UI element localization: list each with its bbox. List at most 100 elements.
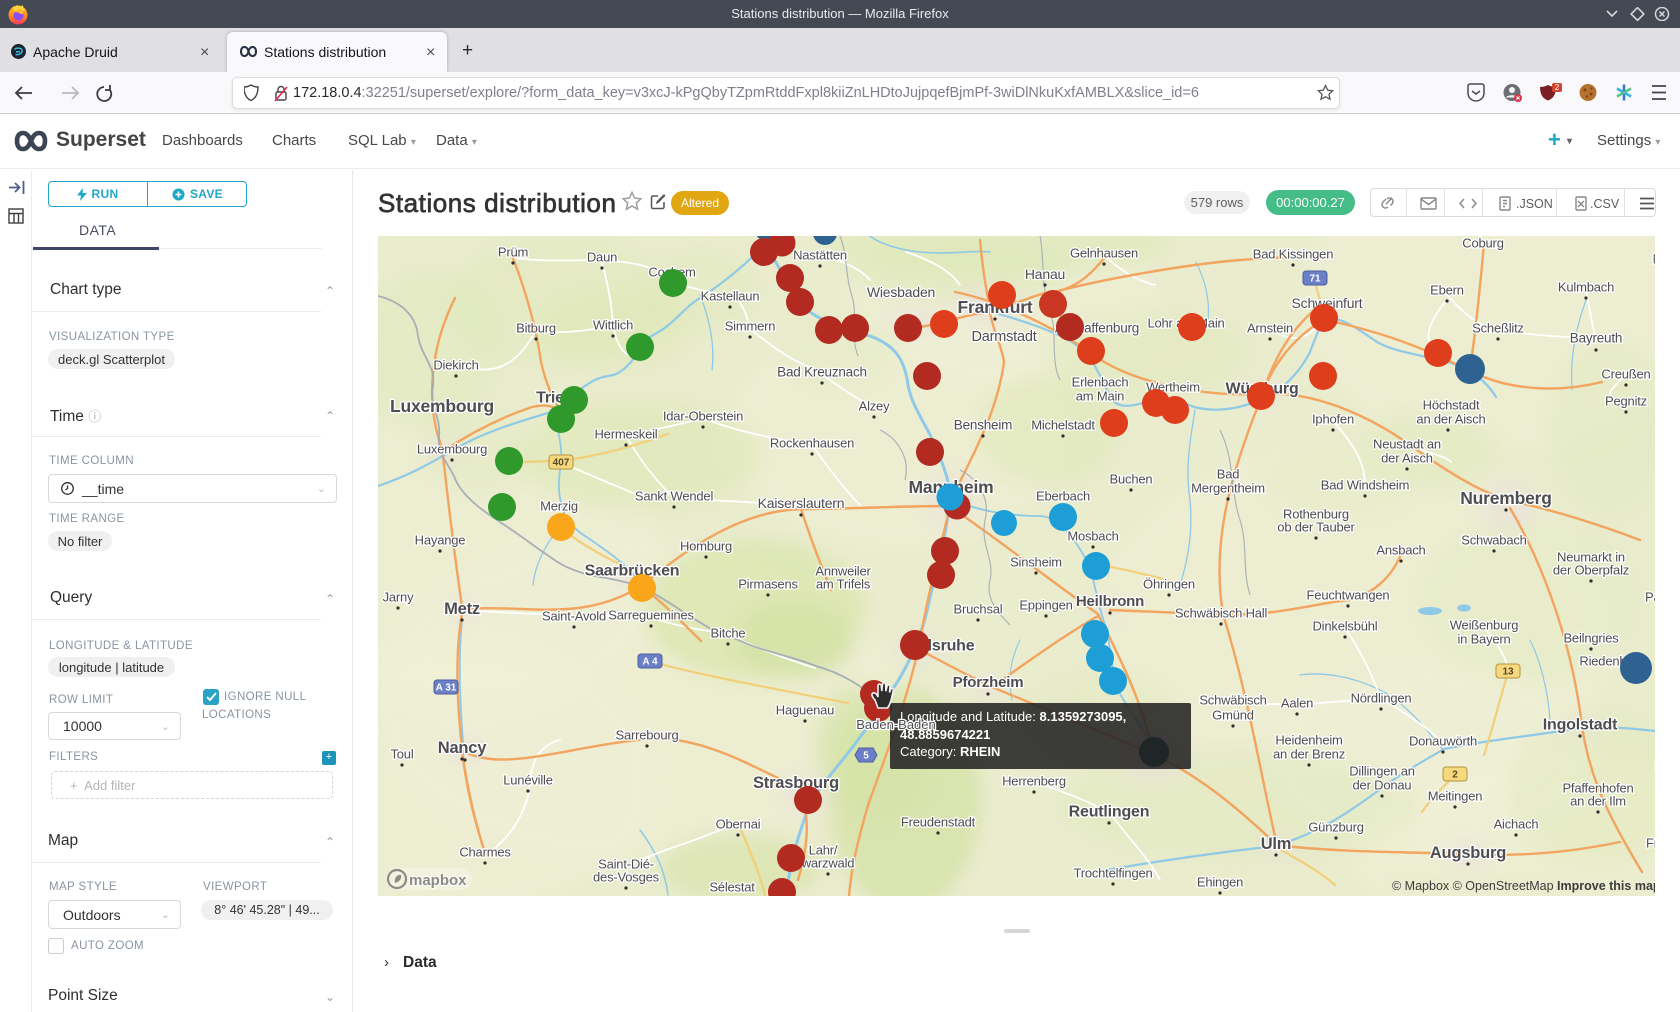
svg-text:Neustadt an: Neustadt an xyxy=(1373,437,1441,452)
svg-text:in Bayern: in Bayern xyxy=(1457,632,1510,647)
svg-text:Weißenburg: Weißenburg xyxy=(1450,618,1519,633)
svg-text:Herrenberg: Herrenberg xyxy=(1002,774,1066,789)
svg-text:Freis: Freis xyxy=(1646,836,1655,851)
svg-text:Wittlich: Wittlich xyxy=(593,318,633,333)
svg-text:Bensheim: Bensheim xyxy=(954,418,1012,433)
svg-text:der Aisch: der Aisch xyxy=(1381,451,1433,466)
svg-text:Aichach: Aichach xyxy=(1494,817,1539,832)
svg-text:Luxembourg: Luxembourg xyxy=(417,442,487,457)
svg-text:Daun: Daun xyxy=(587,250,617,265)
svg-text:2: 2 xyxy=(1555,83,1560,92)
svg-text:Ingolstadt: Ingolstadt xyxy=(1543,717,1618,734)
svg-text:Merzig: Merzig xyxy=(540,499,578,514)
svg-text:Freudenstadt: Freudenstadt xyxy=(901,815,976,830)
svg-text:Eberbach: Eberbach xyxy=(1036,489,1090,504)
svg-text:an der Aisch: an der Aisch xyxy=(1416,412,1485,427)
svg-text:Lunéville: Lunéville xyxy=(503,773,553,788)
svg-text:mapbox: mapbox xyxy=(409,872,467,889)
svg-text:Metz: Metz xyxy=(444,600,480,618)
svg-text:am Main: am Main xyxy=(1076,389,1124,404)
svg-text:Schwabach: Schwabach xyxy=(1461,533,1526,548)
svg-text:Diekirch: Diekirch xyxy=(433,358,478,373)
svg-text:Eppingen: Eppingen xyxy=(1019,598,1072,613)
svg-text:Höchstadt: Höchstadt xyxy=(1423,398,1480,413)
svg-text:Obernai: Obernai xyxy=(716,817,761,832)
svg-text:Bayreuth: Bayreuth xyxy=(1570,331,1622,346)
svg-text:Kulmbach: Kulmbach xyxy=(1558,280,1614,295)
svg-text:Heilbronn: Heilbronn xyxy=(1076,593,1144,610)
svg-text:Prüm: Prüm xyxy=(498,245,528,260)
svg-text:Toul: Toul xyxy=(390,747,413,762)
svg-text:ob der Tauber: ob der Tauber xyxy=(1277,520,1355,535)
svg-text:Bruchsal: Bruchsal xyxy=(954,602,1003,617)
svg-text:Michelstadt: Michelstadt xyxy=(1031,418,1095,433)
svg-text:Bitburg: Bitburg xyxy=(516,321,556,336)
svg-text:Günzburg: Günzburg xyxy=(1308,820,1364,835)
svg-text:Ansbach: Ansbach xyxy=(1376,543,1425,558)
svg-text:Nuremberg: Nuremberg xyxy=(1460,488,1552,508)
svg-text:Aalen: Aalen xyxy=(1281,696,1313,711)
svg-text:am Trifels: am Trifels xyxy=(816,577,871,592)
svg-text:Sélestat: Sélestat xyxy=(709,880,755,895)
svg-text:Erlenbach: Erlenbach xyxy=(1072,375,1129,390)
svg-text:warzwald: warzwald xyxy=(801,856,855,871)
svg-text:Simmern: Simmern xyxy=(725,319,776,334)
svg-text:© Mapbox © OpenStreetMap Impro: © Mapbox © OpenStreetMap Improve this ma… xyxy=(1392,879,1655,893)
svg-text:Saarbrücken: Saarbrücken xyxy=(585,563,680,580)
svg-text:2: 2 xyxy=(1452,770,1458,781)
svg-text:Donauwörth: Donauwörth xyxy=(1409,734,1477,749)
svg-text:Pirmasens: Pirmasens xyxy=(738,577,798,592)
svg-text:Bitche: Bitche xyxy=(711,626,746,641)
svg-text:Creußen: Creußen xyxy=(1601,367,1650,382)
svg-text:Homburg: Homburg xyxy=(680,539,732,554)
svg-text:Pegnitz: Pegnitz xyxy=(1605,394,1647,409)
svg-text:Ehingen: Ehingen xyxy=(1197,875,1243,890)
svg-text:Sarreguemines: Sarreguemines xyxy=(608,608,694,623)
svg-text:Schwäbisch: Schwäbisch xyxy=(1199,693,1266,708)
svg-text:an der Brenz: an der Brenz xyxy=(1273,747,1345,762)
svg-text:Kaiserslautern: Kaiserslautern xyxy=(758,495,845,511)
svg-text:Beilngries: Beilngries xyxy=(1563,631,1619,646)
svg-text:Pforzheim: Pforzheim xyxy=(953,674,1024,691)
svg-text:Kastellaun: Kastellaun xyxy=(701,289,760,304)
svg-text:Haguenau: Haguenau xyxy=(776,703,834,718)
svg-text:Coburg: Coburg xyxy=(1462,236,1503,251)
svg-text:Strasbourg: Strasbourg xyxy=(753,774,839,792)
svg-text:Ebern: Ebern xyxy=(1430,283,1464,298)
svg-text:A 31: A 31 xyxy=(436,683,457,694)
svg-text:Nastätten: Nastätten xyxy=(793,248,847,263)
svg-text:Nancy: Nancy xyxy=(438,739,488,757)
svg-text:Bad Windsheim: Bad Windsheim xyxy=(1321,478,1409,493)
svg-text:407: 407 xyxy=(553,458,570,469)
svg-text:Augsburg: Augsburg xyxy=(1430,844,1506,862)
svg-text:Arnstein: Arnstein xyxy=(1247,321,1293,336)
svg-text:Buchen: Buchen xyxy=(1110,472,1153,487)
svg-text:Gelnhausen: Gelnhausen xyxy=(1070,246,1138,261)
svg-text:5: 5 xyxy=(863,751,869,762)
svg-text:Mün: Mün xyxy=(1653,252,1655,267)
svg-text:Rockenhausen: Rockenhausen xyxy=(770,436,854,451)
svg-text:der Oberpfalz: der Oberpfalz xyxy=(1553,563,1629,578)
svg-text:Sinsheim: Sinsheim xyxy=(1010,555,1062,570)
svg-text:Trochtelfingen: Trochtelfingen xyxy=(1073,866,1152,881)
svg-text:Sankt Wendel: Sankt Wendel xyxy=(635,489,714,504)
svg-text:Iphofen: Iphofen xyxy=(1312,412,1354,427)
svg-text:Hanau: Hanau xyxy=(1025,266,1065,282)
svg-text:Wiesbaden: Wiesbaden xyxy=(867,284,935,300)
svg-text:Scheßlitz: Scheßlitz xyxy=(1472,321,1524,336)
svg-text:Idar-Oberstein: Idar-Oberstein xyxy=(663,409,743,424)
svg-text:Parsbe: Parsbe xyxy=(1645,590,1655,605)
svg-text:Schwäbisch Hall: Schwäbisch Hall xyxy=(1175,606,1268,621)
svg-text:Darmstadt: Darmstadt xyxy=(971,329,1036,345)
svg-text:Bad: Bad xyxy=(1217,467,1240,482)
svg-text:Bad Kreuznach: Bad Kreuznach xyxy=(777,365,867,380)
svg-text:Hermeskeil: Hermeskeil xyxy=(594,427,657,442)
svg-text:Alzey: Alzey xyxy=(859,399,890,414)
svg-text:Dinkelsbühl: Dinkelsbühl xyxy=(1312,619,1377,634)
svg-text:Mergentheim: Mergentheim xyxy=(1191,481,1265,496)
svg-text:Dillingen an: Dillingen an xyxy=(1349,764,1415,779)
svg-text:Mosbach: Mosbach xyxy=(1067,529,1118,544)
svg-text:Hayange: Hayange xyxy=(415,533,466,548)
svg-text:13: 13 xyxy=(1502,667,1514,678)
svg-text:Feuchtwangen: Feuchtwangen xyxy=(1307,588,1390,603)
